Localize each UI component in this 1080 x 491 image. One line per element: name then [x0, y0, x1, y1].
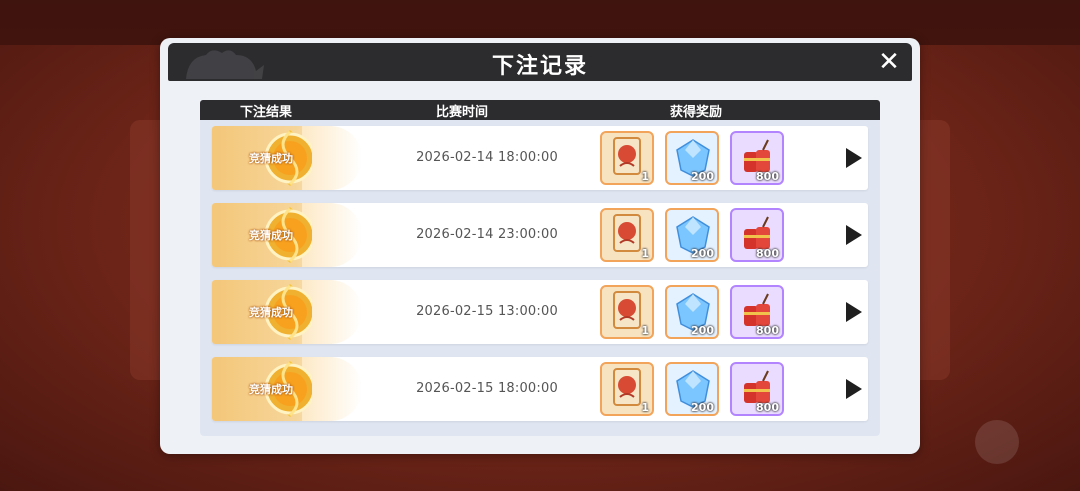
- match-time: 2026-02-14 18:00:00: [416, 150, 558, 165]
- result-label: 竞猜成功: [249, 229, 293, 242]
- reward-count: 1: [641, 401, 649, 414]
- reward-gem[interactable]: 200: [665, 362, 719, 416]
- match-time: 2026-02-15 18:00:00: [416, 381, 558, 396]
- bet-record-dialog: 下注记录 ✕ 下注结果 比赛时间 获得奖励 竞猜成功 2026-02-14 18…: [160, 38, 920, 454]
- table-row: 竞猜成功 2026-02-14 23:00:00 1 200 800: [212, 203, 868, 267]
- reward-gem[interactable]: 200: [665, 131, 719, 185]
- reward-card[interactable]: 1: [600, 285, 654, 339]
- reward-count: 1: [641, 324, 649, 337]
- reward-gem[interactable]: 200: [665, 208, 719, 262]
- result-label: 竞猜成功: [249, 306, 293, 319]
- reward-count: 1: [641, 170, 649, 183]
- close-icon: ✕: [878, 47, 900, 77]
- reward-count: 1: [641, 247, 649, 260]
- dialog-title: 下注记录: [491, 54, 588, 79]
- play-arrow-icon[interactable]: [840, 223, 864, 247]
- reward-count: 800: [756, 170, 779, 183]
- play-arrow-icon[interactable]: [840, 300, 864, 324]
- reward-card[interactable]: 1: [600, 362, 654, 416]
- result-label: 竞猜成功: [249, 152, 293, 165]
- match-time: 2026-02-14 23:00:00: [416, 227, 558, 242]
- reward-count: 200: [691, 170, 714, 183]
- reward-firecracker[interactable]: 800: [730, 285, 784, 339]
- reward-card[interactable]: 1: [600, 208, 654, 262]
- reward-firecracker[interactable]: 800: [730, 131, 784, 185]
- play-arrow-icon[interactable]: [840, 377, 864, 401]
- reward-firecracker[interactable]: 800: [730, 362, 784, 416]
- reward-count: 200: [691, 401, 714, 414]
- column-header-reward: 获得奖励: [670, 105, 723, 120]
- reward-count: 200: [691, 324, 714, 337]
- reward-count: 800: [756, 247, 779, 260]
- reward-count: 800: [756, 401, 779, 414]
- dialog-header: 下注记录 ✕: [168, 43, 912, 81]
- table-header: 下注结果 比赛时间 获得奖励: [200, 100, 880, 120]
- play-arrow-icon[interactable]: [840, 146, 864, 170]
- close-button[interactable]: ✕: [876, 49, 902, 75]
- table-row: 竞猜成功 2026-02-14 18:00:00 1 200 800: [212, 126, 868, 190]
- column-header-time: 比赛时间: [436, 105, 489, 120]
- reward-count: 200: [691, 247, 714, 260]
- reward-card[interactable]: 1: [600, 131, 654, 185]
- reward-gem[interactable]: 200: [665, 285, 719, 339]
- background-round-button: [975, 420, 1019, 464]
- records-table: 下注结果 比赛时间 获得奖励 竞猜成功 2026-02-14 18:00:00: [200, 100, 880, 436]
- table-row: 竞猜成功 2026-02-15 13:00:00 1 200 800: [212, 280, 868, 344]
- result-label: 竞猜成功: [249, 383, 293, 396]
- table-row: 竞猜成功 2026-02-15 18:00:00 1 200 800: [212, 357, 868, 421]
- reward-count: 800: [756, 324, 779, 337]
- column-header-result: 下注结果: [240, 105, 293, 120]
- match-time: 2026-02-15 13:00:00: [416, 304, 558, 319]
- reward-firecracker[interactable]: 800: [730, 208, 784, 262]
